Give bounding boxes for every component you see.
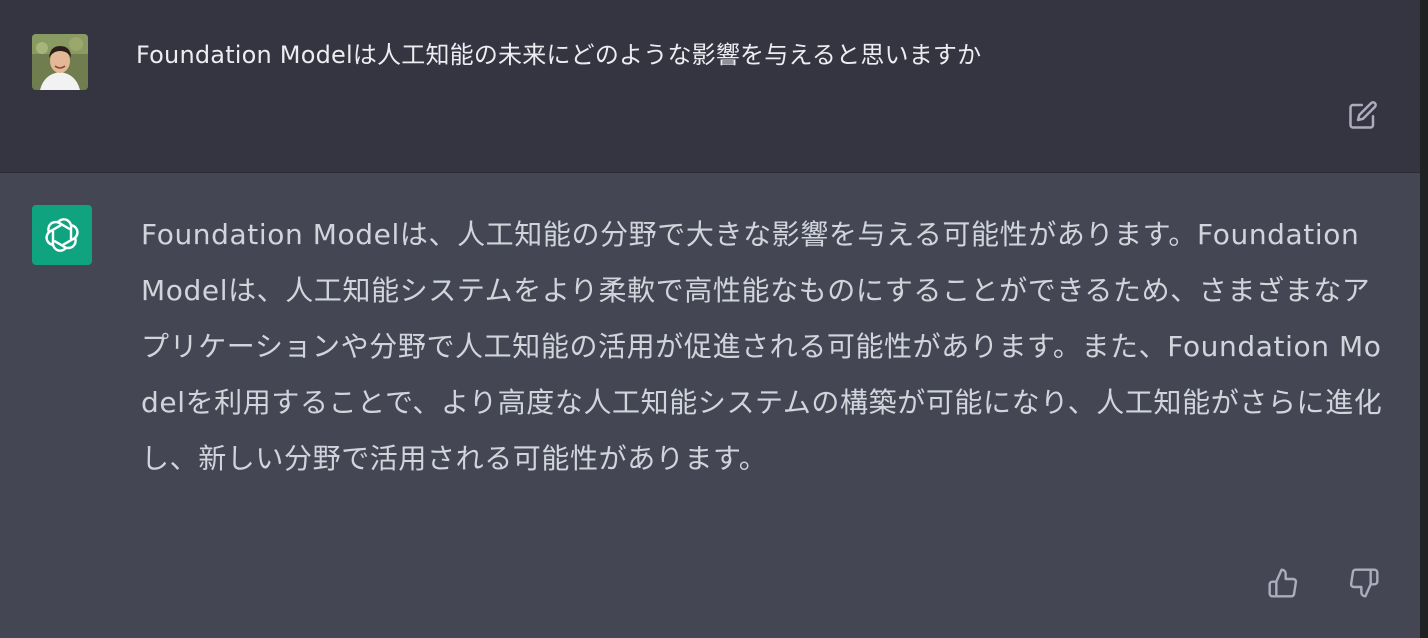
assistant-avatar — [32, 205, 92, 265]
thumbs-down-icon — [1349, 568, 1379, 598]
assistant-message-row: Foundation Modelは、人工知能の分野で大きな影響を与える可能性があ… — [0, 173, 1420, 638]
user-avatar — [32, 34, 88, 90]
user-message-text: Foundation Modelは人工知能の未来にどのような影響を与えると思いま… — [136, 41, 982, 69]
thumbs-up-button[interactable] — [1263, 563, 1303, 603]
pencil-square-icon — [1349, 101, 1377, 129]
thumbs-up-icon — [1268, 568, 1298, 598]
assistant-message-text: Foundation Modelは、人工知能の分野で大きな影響を与える可能性があ… — [141, 218, 1383, 475]
user-message-row: Foundation Modelは人工知能の未来にどのような影響を与えると思いま… — [0, 0, 1420, 173]
openai-logo-icon — [45, 218, 79, 252]
user-photo-avatar-icon — [32, 34, 88, 90]
thumbs-down-button[interactable] — [1344, 563, 1384, 603]
window-edge — [1420, 0, 1428, 638]
edit-message-button[interactable] — [1346, 98, 1380, 132]
